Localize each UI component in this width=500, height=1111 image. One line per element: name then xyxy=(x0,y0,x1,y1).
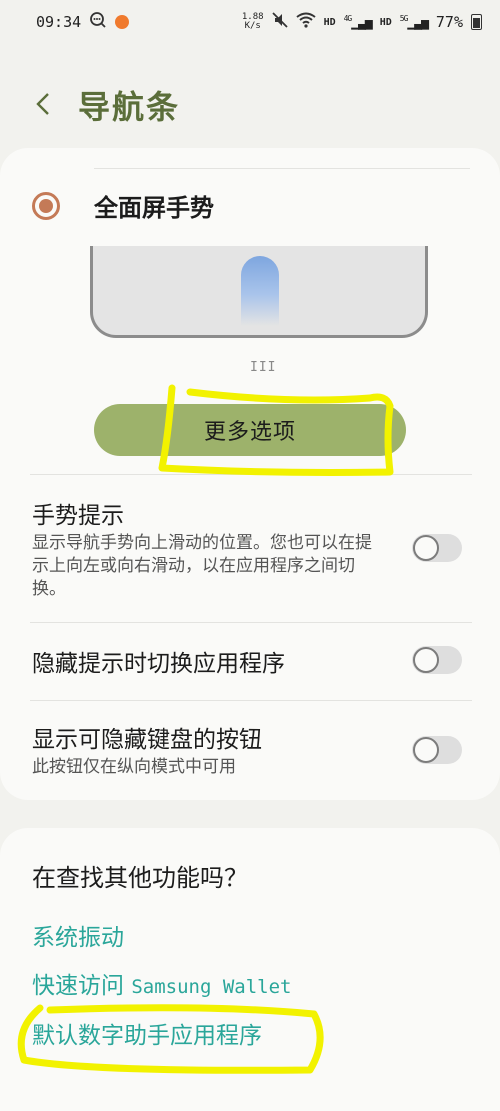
divider xyxy=(30,622,472,623)
link-system-vibration[interactable]: 系统振动 xyxy=(32,918,124,952)
suggestions-heading: 在查找其他功能吗？ xyxy=(32,864,248,892)
setting-title: 手势提示 xyxy=(32,503,124,529)
wifi-icon xyxy=(295,12,316,32)
network-type-1: 4G xyxy=(343,13,353,23)
setting-title: 隐藏提示时切换应用程序 xyxy=(32,651,285,677)
top-divider xyxy=(94,168,470,169)
wallet-name: Samsung Wallet xyxy=(131,976,292,998)
gesture-radio-button[interactable] xyxy=(32,191,60,220)
link-quick-access-wallet[interactable]: 快速访问 Samsung Wallet xyxy=(32,966,291,1000)
status-right: 1.88 K/s HD 4G▁▃▅ HD 5G▁▃▅ 77% xyxy=(242,12,482,32)
network-type-2: 5G xyxy=(399,13,409,23)
net-speed-unit: K/s xyxy=(244,21,261,31)
navigation-settings-card: 全面屏手势 III 更多选项 手势提示 显示导航手势向上滑动的位置。您也可以在提… xyxy=(0,148,500,800)
setting-title: 显示可隐藏键盘的按钮 xyxy=(32,727,262,753)
status-bar: 09:34 1.88 K/s HD 4G▁▃▅ HD 5G▁▃▅ 77% xyxy=(0,0,500,44)
page-title: 导航条 xyxy=(78,88,181,126)
gesture-option-row[interactable]: 全面屏手势 xyxy=(32,188,214,223)
link-default-assistant[interactable]: 默认数字助手应用程序 xyxy=(32,1016,262,1050)
status-left: 09:34 xyxy=(36,12,130,32)
battery-percent: 77% xyxy=(435,13,463,31)
setting-switch-apps-hidden[interactable]: 隐藏提示时切换应用程序 xyxy=(32,644,472,678)
mute-icon xyxy=(271,12,288,32)
back-button[interactable] xyxy=(32,92,56,116)
gesture-hint-pill xyxy=(241,256,279,326)
switch-apps-toggle[interactable] xyxy=(412,646,462,674)
battery-icon xyxy=(471,14,482,30)
signal-4g: 4G▁▃▅ xyxy=(343,13,373,31)
status-time: 09:34 xyxy=(36,13,82,31)
gesture-option-label: 全面屏手势 xyxy=(94,194,214,222)
suggestions-card: 在查找其他功能吗？ 系统振动 快速访问 Samsung Wallet 默认数字助… xyxy=(0,828,500,1111)
divider xyxy=(30,474,472,475)
setting-description: 显示导航手势向上滑动的位置。您也可以在提示上向左或向右滑动，以在应用程序之间切换… xyxy=(32,533,372,599)
app-notification-icon xyxy=(115,15,130,29)
gesture-hint-toggle[interactable] xyxy=(412,534,462,562)
chat-bubble-icon xyxy=(89,12,107,32)
link-label: 快速访问 xyxy=(32,973,132,999)
hd-badge-1: HD xyxy=(323,16,336,28)
more-options-button[interactable]: 更多选项 xyxy=(94,404,406,456)
signal-5g: 5G▁▃▅ xyxy=(399,13,429,31)
chevron-left-icon xyxy=(36,93,49,115)
setting-description: 此按钮仅在纵向模式中可用 xyxy=(32,757,236,777)
setting-keyboard-button[interactable]: 显示可隐藏键盘的按钮 此按钮仅在纵向模式中可用 xyxy=(32,720,472,779)
keyboard-button-toggle[interactable] xyxy=(412,736,462,764)
gesture-preview xyxy=(90,246,428,338)
app-header: 导航条 xyxy=(0,72,500,136)
divider xyxy=(30,700,472,701)
net-speed: 1.88 K/s xyxy=(242,13,264,31)
setting-gesture-hint[interactable]: 手势提示 显示导航手势向上滑动的位置。您也可以在提示上向左或向右滑动，以在应用程… xyxy=(32,496,472,601)
hd-badge-2: HD xyxy=(379,16,392,28)
drag-handle-icon: III xyxy=(250,360,277,375)
